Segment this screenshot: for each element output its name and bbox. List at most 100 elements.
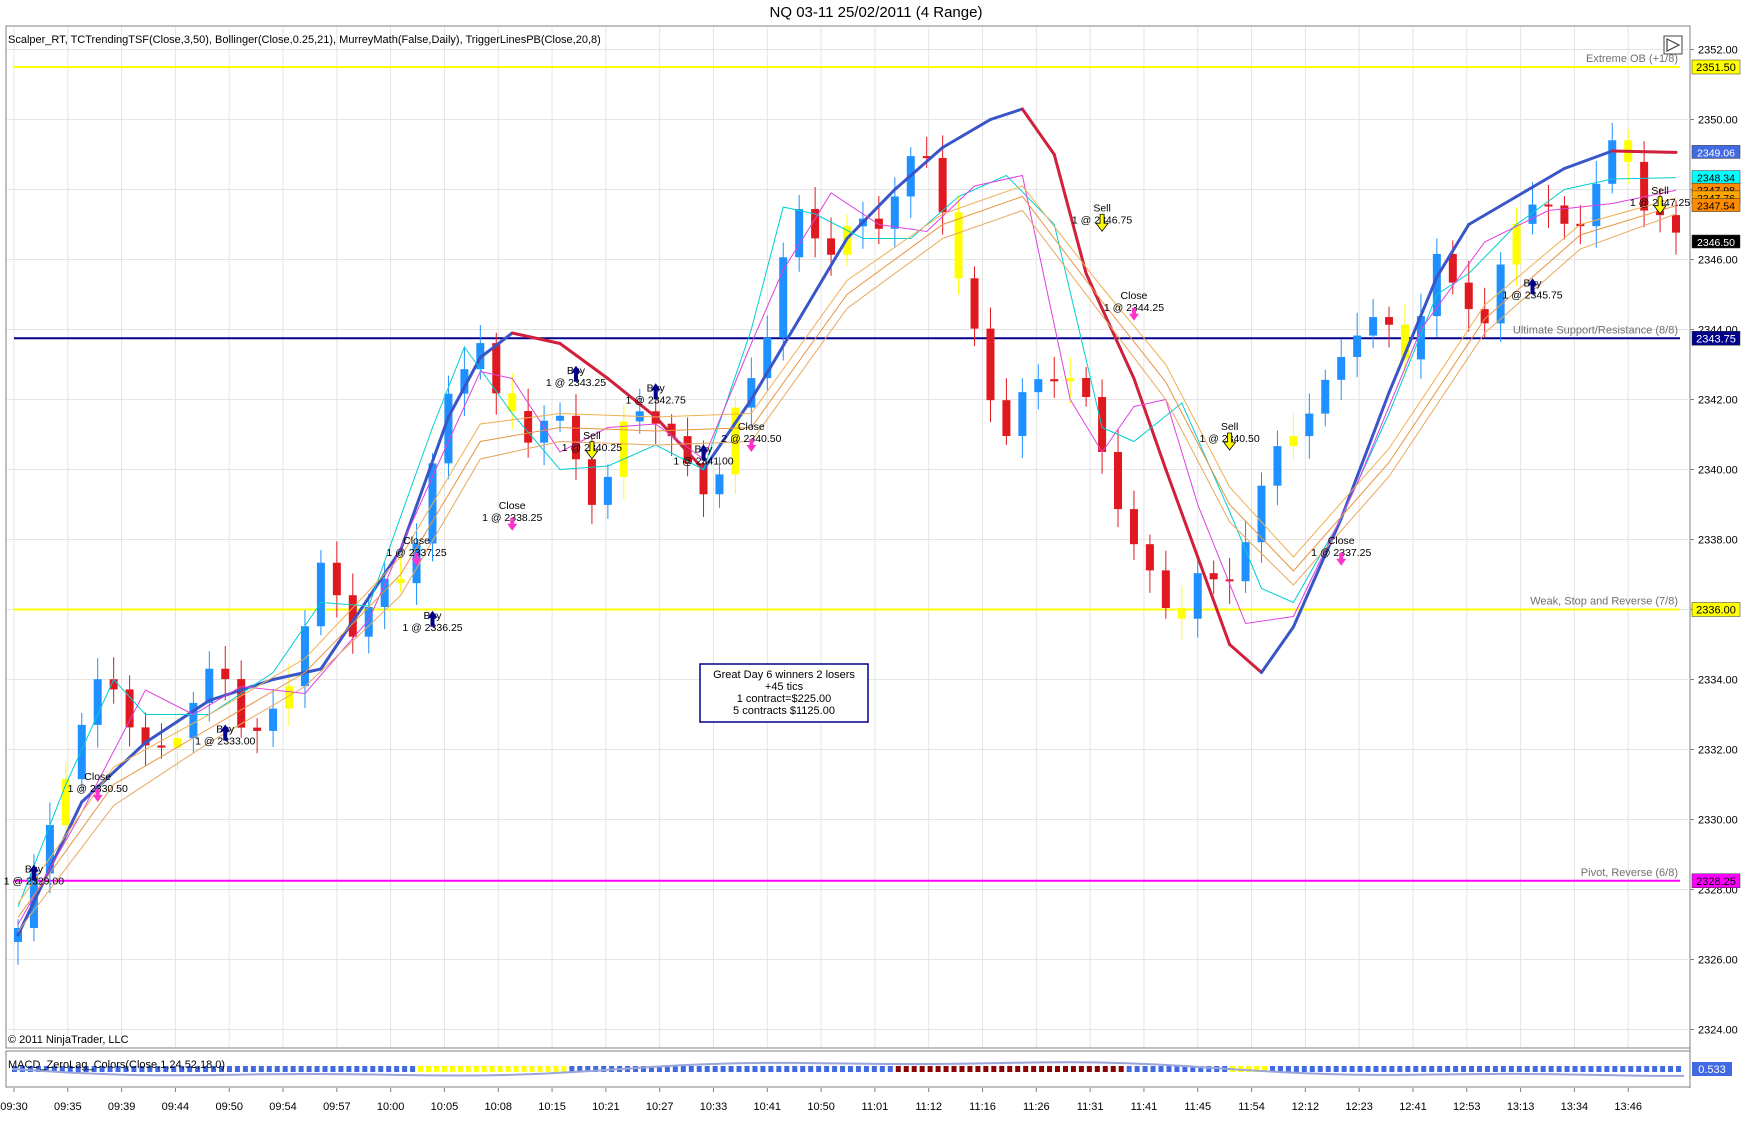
macd-bar (1078, 1066, 1084, 1072)
macd-bar (951, 1066, 957, 1072)
y-tick-label: 2332.00 (1698, 745, 1738, 757)
macd-bar (1357, 1066, 1363, 1072)
macd-bar (1397, 1066, 1403, 1072)
macd-bar (1413, 1066, 1419, 1072)
y-tick-label: 2340.00 (1698, 465, 1738, 477)
macd-bar (529, 1066, 535, 1072)
macd-bar (887, 1066, 893, 1072)
candle-body (1464, 282, 1473, 310)
macd-bar (234, 1066, 240, 1072)
macd-bar (1484, 1066, 1490, 1072)
macd-bar (903, 1066, 909, 1072)
chart-canvas[interactable]: 09:30 09:35 09:39 09:44 09:50 09:54 09:57 10:00… (0, 0, 1752, 1134)
macd-bar (465, 1066, 471, 1072)
candle-body (970, 278, 979, 329)
x-tick-label: 11:41 (1131, 1101, 1158, 1113)
macd-bar (991, 1066, 997, 1072)
macd-bar (1293, 1066, 1299, 1072)
candle-body (938, 157, 947, 213)
y-tick-label: 2352.00 (1698, 45, 1738, 57)
candle-body (1273, 446, 1282, 486)
macd-bar (1500, 1066, 1506, 1072)
murrey-level-label: Pivot, Reverse (6/8) (1581, 867, 1678, 879)
macd-bar (1676, 1066, 1682, 1072)
x-tick-label: 11:45 (1184, 1101, 1211, 1113)
murrey-price-tag-text: 2343.75 (1696, 333, 1736, 345)
macd-bar (776, 1066, 782, 1072)
murrey-price-tag-text: 2336.00 (1696, 605, 1736, 617)
murrey-price-tag-text: 2328.25 (1696, 876, 1736, 888)
trade-label: Close (499, 500, 526, 512)
macd-bar (760, 1066, 766, 1072)
macd-bar (943, 1066, 949, 1072)
candle-body (508, 393, 517, 412)
macd-bar (1429, 1066, 1435, 1072)
candle-body (221, 668, 230, 680)
macd-bar (1094, 1066, 1100, 1072)
macd-bar (752, 1066, 758, 1072)
x-tick-label: 13:34 (1561, 1101, 1589, 1113)
candle-body (1018, 392, 1027, 436)
trade-label: Close (84, 771, 111, 783)
candle-body (795, 209, 804, 258)
x-tick-label: 10:15 (538, 1101, 566, 1113)
x-tick-label: 10:33 (700, 1101, 728, 1113)
candle-body (157, 745, 166, 748)
macd-bar (863, 1066, 869, 1072)
x-tick-label: 11:26 (1023, 1101, 1050, 1113)
macd-bar (784, 1066, 790, 1072)
macd-bar (1365, 1066, 1371, 1072)
value-price-tag-text: 2349.06 (1697, 147, 1735, 159)
murrey-level-label: Extreme OB (+1/8) (1586, 53, 1678, 65)
y-tick-label: 2338.00 (1698, 535, 1738, 547)
candle-body (205, 668, 214, 703)
macd-bar (1031, 1066, 1037, 1072)
macd-bar (768, 1066, 774, 1072)
macd-bar (1134, 1066, 1140, 1072)
macd-bar (1070, 1066, 1076, 1072)
macd-bar (354, 1066, 360, 1072)
macd-bar (1118, 1066, 1124, 1072)
macd-bar (1158, 1066, 1164, 1072)
trade-label: Sell (583, 430, 601, 442)
macd-bar (489, 1066, 495, 1072)
macd-bar (975, 1066, 981, 1072)
macd-bar (1047, 1066, 1053, 1072)
macd-bar (1612, 1066, 1618, 1072)
y-tick-label: 2334.00 (1698, 675, 1738, 687)
trade-label: Close (403, 535, 430, 547)
x-tick-label: 10:41 (754, 1101, 782, 1113)
candle-body (874, 218, 883, 229)
candle-body (1337, 357, 1346, 380)
trade-label: Close (738, 421, 765, 433)
candle-body (1385, 317, 1394, 325)
macd-bar (537, 1066, 543, 1072)
macd-bar (983, 1066, 989, 1072)
macd-bar (911, 1066, 917, 1072)
y-tick-label: 2346.00 (1698, 255, 1738, 267)
trade-label: Sell (1221, 421, 1239, 433)
candle-body (269, 708, 278, 731)
candle-body (396, 578, 405, 584)
macd-bar (521, 1066, 527, 1072)
candle-body (603, 476, 612, 505)
macd-bar (1015, 1066, 1021, 1072)
summary-line: +45 tics (765, 681, 804, 693)
y-tick-label: 2342.00 (1698, 395, 1738, 407)
macd-bar (497, 1066, 503, 1072)
macd-bar (545, 1066, 551, 1072)
candle-body (1193, 573, 1202, 619)
x-tick-label: 09:54 (269, 1101, 297, 1113)
macd-bar (1620, 1066, 1626, 1072)
macd-bar (824, 1066, 830, 1072)
macd-bar (879, 1066, 885, 1072)
x-tick-label: 12:53 (1453, 1101, 1481, 1113)
macd-bar (1381, 1066, 1387, 1072)
macd-bar (1508, 1066, 1514, 1072)
macd-bar (1309, 1066, 1315, 1072)
value-price-tag-text: 2348.34 (1697, 173, 1735, 185)
candle-body (1544, 204, 1553, 207)
macd-bar (1461, 1066, 1467, 1072)
macd-bar (1660, 1066, 1666, 1072)
candle-body (1225, 579, 1234, 582)
